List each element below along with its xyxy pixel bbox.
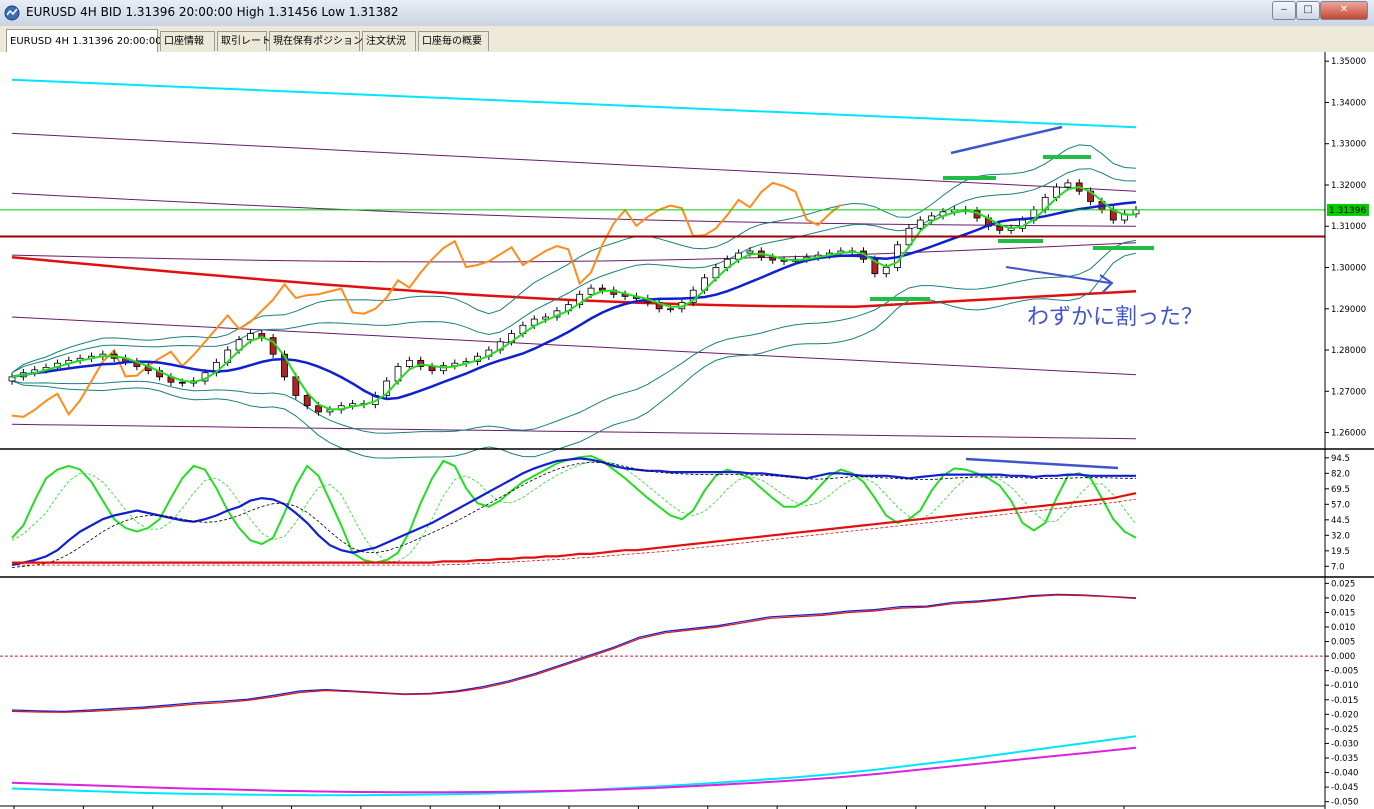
y-tick-label: 1.34000: [1331, 98, 1366, 108]
tab-account-info[interactable]: 口座情報: [160, 31, 215, 51]
y-tick-label: 44.5: [1331, 516, 1350, 526]
chart-background: [0, 52, 1374, 809]
y-tick-label: 0.015: [1331, 608, 1355, 618]
minimize-button[interactable]: ‒: [1272, 1, 1296, 20]
y-tick-label: 82.0: [1331, 469, 1350, 479]
candle-body-down: [598, 287, 606, 291]
y-tick-label: -0.020: [1331, 710, 1358, 720]
y-tick-label: -0.010: [1331, 681, 1358, 691]
maximize-button[interactable]: □: [1296, 1, 1320, 20]
candle-body-up: [587, 287, 595, 295]
y-tick-label: 69.5: [1331, 485, 1350, 495]
y-tick-label: -0.005: [1331, 667, 1358, 677]
candle-body-down: [996, 225, 1004, 231]
chart-area[interactable]: 1.35000 1.34000 1.33000 1.32000 1.31000 1.300…: [0, 52, 1374, 809]
candle-body-down: [428, 366, 436, 372]
y-tick-label: -0.050: [1331, 798, 1358, 808]
tab-trade-rates[interactable]: 取引レート: [217, 31, 271, 51]
close-button[interactable]: ✕: [1320, 1, 1368, 20]
candle-body-up: [405, 359, 413, 367]
y-tick-label: 1.27000: [1331, 387, 1366, 397]
candle-body-up: [746, 250, 754, 254]
y-tick-label: 1.30000: [1331, 264, 1366, 274]
y-tick-label: -0.030: [1331, 739, 1358, 749]
y-tick-label: -0.035: [1331, 754, 1358, 764]
annotation-text: わずかに割った？: [1027, 305, 1203, 330]
y-tick-label: 0.000: [1331, 652, 1355, 662]
app-icon: [4, 5, 20, 21]
y-tick-label: 0.010: [1331, 623, 1355, 633]
tab-bar: EURUSD 4H 1.31396 20:00:00 口座情報 取引レート 現在…: [0, 26, 1374, 53]
y-tick-label: 1.33000: [1331, 140, 1366, 150]
tab-order-status[interactable]: 注文状況: [362, 31, 416, 51]
title-bar: EURUSD 4H BID 1.31396 20:00:00 High 1.31…: [0, 0, 1374, 27]
tab-chart-eurusd[interactable]: EURUSD 4H 1.31396 20:00:00: [6, 29, 162, 52]
y-tick-label: 57.0: [1331, 500, 1350, 510]
y-tick-label: 1.32000: [1331, 181, 1366, 191]
y-tick-label: 1.35000: [1331, 57, 1366, 67]
y-tick-label: 1.26000: [1331, 429, 1366, 439]
y-tick-label: -0.025: [1331, 725, 1358, 735]
candle-body-up: [882, 267, 890, 275]
y-tick-label: 7.0: [1331, 562, 1345, 572]
y-tick-label: 0.020: [1331, 594, 1355, 604]
y-tick-label: -0.040: [1331, 769, 1358, 779]
candle-body-down: [303, 395, 311, 407]
candle-body-down: [178, 381, 186, 384]
candle-body-up: [247, 333, 254, 341]
y-tick-label: -0.045: [1331, 783, 1358, 793]
y-tick-label: 94.5: [1331, 454, 1350, 464]
tab-account-summary[interactable]: 口座毎の概要: [418, 31, 489, 51]
candle-body-down: [315, 405, 322, 413]
y-tick-label: 19.5: [1331, 547, 1350, 557]
y-tick-label: -0.015: [1331, 696, 1358, 706]
y-tick-label: 1.31000: [1331, 222, 1366, 232]
current-price-label: 1.31396: [1329, 206, 1366, 216]
y-tick-label: 1.29000: [1331, 305, 1366, 315]
y-tick-label: 32.0: [1331, 531, 1350, 541]
y-tick-label: 0.005: [1331, 638, 1355, 648]
y-tick-label: 1.28000: [1331, 346, 1366, 356]
candle-body-up: [1064, 182, 1072, 188]
window-title: EURUSD 4H BID 1.31396 20:00:00 High 1.31…: [26, 5, 399, 19]
candle-body-up: [916, 219, 924, 229]
tab-open-positions[interactable]: 現在保有ポジション: [269, 31, 363, 51]
y-tick-label: 0.025: [1331, 579, 1355, 589]
current-price-tag: 1.31396: [1327, 203, 1369, 216]
candle-body-up: [667, 308, 674, 311]
